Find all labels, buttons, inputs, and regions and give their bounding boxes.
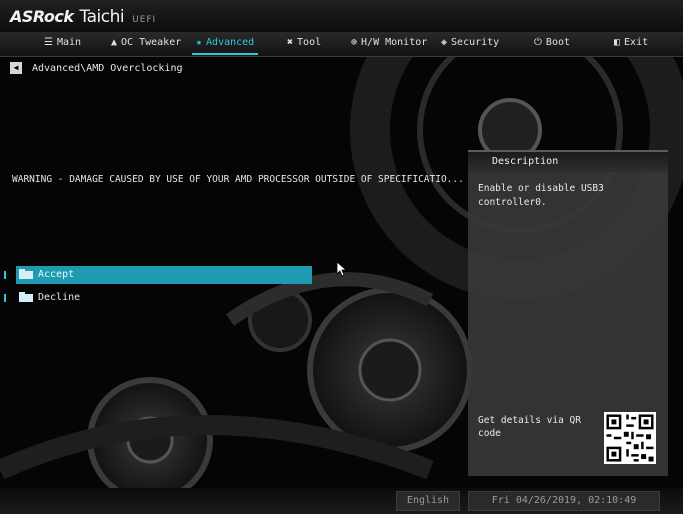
menu-label: Boot xyxy=(545,37,571,48)
status-bar: English Fri 04/26/2019, 02:10:49 xyxy=(0,488,683,514)
qr-label: Get details via QR code xyxy=(478,415,581,439)
menu-label: Tool xyxy=(297,37,322,48)
menu-label: Exit xyxy=(624,37,649,48)
menu-label: H/W Monitor xyxy=(361,37,428,48)
mouse-cursor-icon xyxy=(337,262,347,276)
brand-vendor: ASRock xyxy=(10,7,74,26)
menu-security[interactable]: ◈ Security xyxy=(441,32,499,56)
top-menu: ☰ Main ▲ OC Tweaker ★ Advanced ✖ Tool ⊕ H/W M… xyxy=(0,32,683,57)
menu-label: Security xyxy=(451,37,500,48)
menu-label: Main xyxy=(56,37,82,48)
back-arrow-icon[interactable]: ◀ xyxy=(10,62,22,74)
menu-exit[interactable]: ◧ Exit xyxy=(614,32,648,56)
menu-label: Advanced xyxy=(206,37,255,48)
brand-logo: ASRock Taichi UEFI xyxy=(10,7,156,27)
option-accept[interactable]: Accept xyxy=(4,266,312,284)
monitor-icon: ⊕ xyxy=(351,37,358,48)
star-icon: ★ xyxy=(196,37,203,48)
selection-tick xyxy=(4,271,6,279)
flame-icon: ▲ xyxy=(111,37,118,48)
breadcrumb-path: Advanced\AMD Overclocking xyxy=(32,63,183,74)
menu-main[interactable]: ☰ Main xyxy=(44,32,81,56)
option-decline[interactable]: Decline xyxy=(4,289,312,307)
option-label: Accept xyxy=(38,269,75,280)
description-text: Enable or disable USB3 controller0. xyxy=(478,183,604,208)
qr-code-icon xyxy=(604,412,656,464)
menu-label: OC Tweaker xyxy=(121,37,182,48)
brand-firmware: UEFI xyxy=(132,15,157,25)
menu-oc-tweaker[interactable]: ▲ OC Tweaker xyxy=(111,32,181,56)
power-icon: ⏻ xyxy=(534,37,542,48)
language-button[interactable]: English xyxy=(396,491,460,511)
breadcrumb: ◀ Advanced\AMD Overclocking xyxy=(10,62,183,74)
description-header: Description xyxy=(468,150,668,172)
selection-tick xyxy=(4,294,6,302)
menu-advanced[interactable]: ★ Advanced xyxy=(191,32,259,56)
shield-icon: ◈ xyxy=(441,37,448,48)
warning-text[interactable]: WARNING - DAMAGE CAUSED BY USE OF YOUR A… xyxy=(12,174,464,185)
list-icon: ☰ xyxy=(44,37,53,48)
folder-icon xyxy=(19,292,33,302)
menu-tool[interactable]: ✖ Tool xyxy=(287,32,321,56)
datetime-display: Fri 04/26/2019, 02:10:49 xyxy=(468,491,660,511)
brand-bar: ASRock Taichi UEFI xyxy=(0,0,683,32)
exit-icon: ◧ xyxy=(614,37,621,48)
tools-icon: ✖ xyxy=(287,37,294,48)
brand-model: Taichi xyxy=(79,7,125,27)
menu-boot[interactable]: ⏻ Boot xyxy=(534,32,570,56)
folder-icon xyxy=(19,269,33,279)
menu-hw-monitor[interactable]: ⊕ H/W Monitor xyxy=(351,32,427,56)
description-panel: Description Enable or disable USB3 contr… xyxy=(468,150,668,476)
option-label: Decline xyxy=(38,292,81,303)
